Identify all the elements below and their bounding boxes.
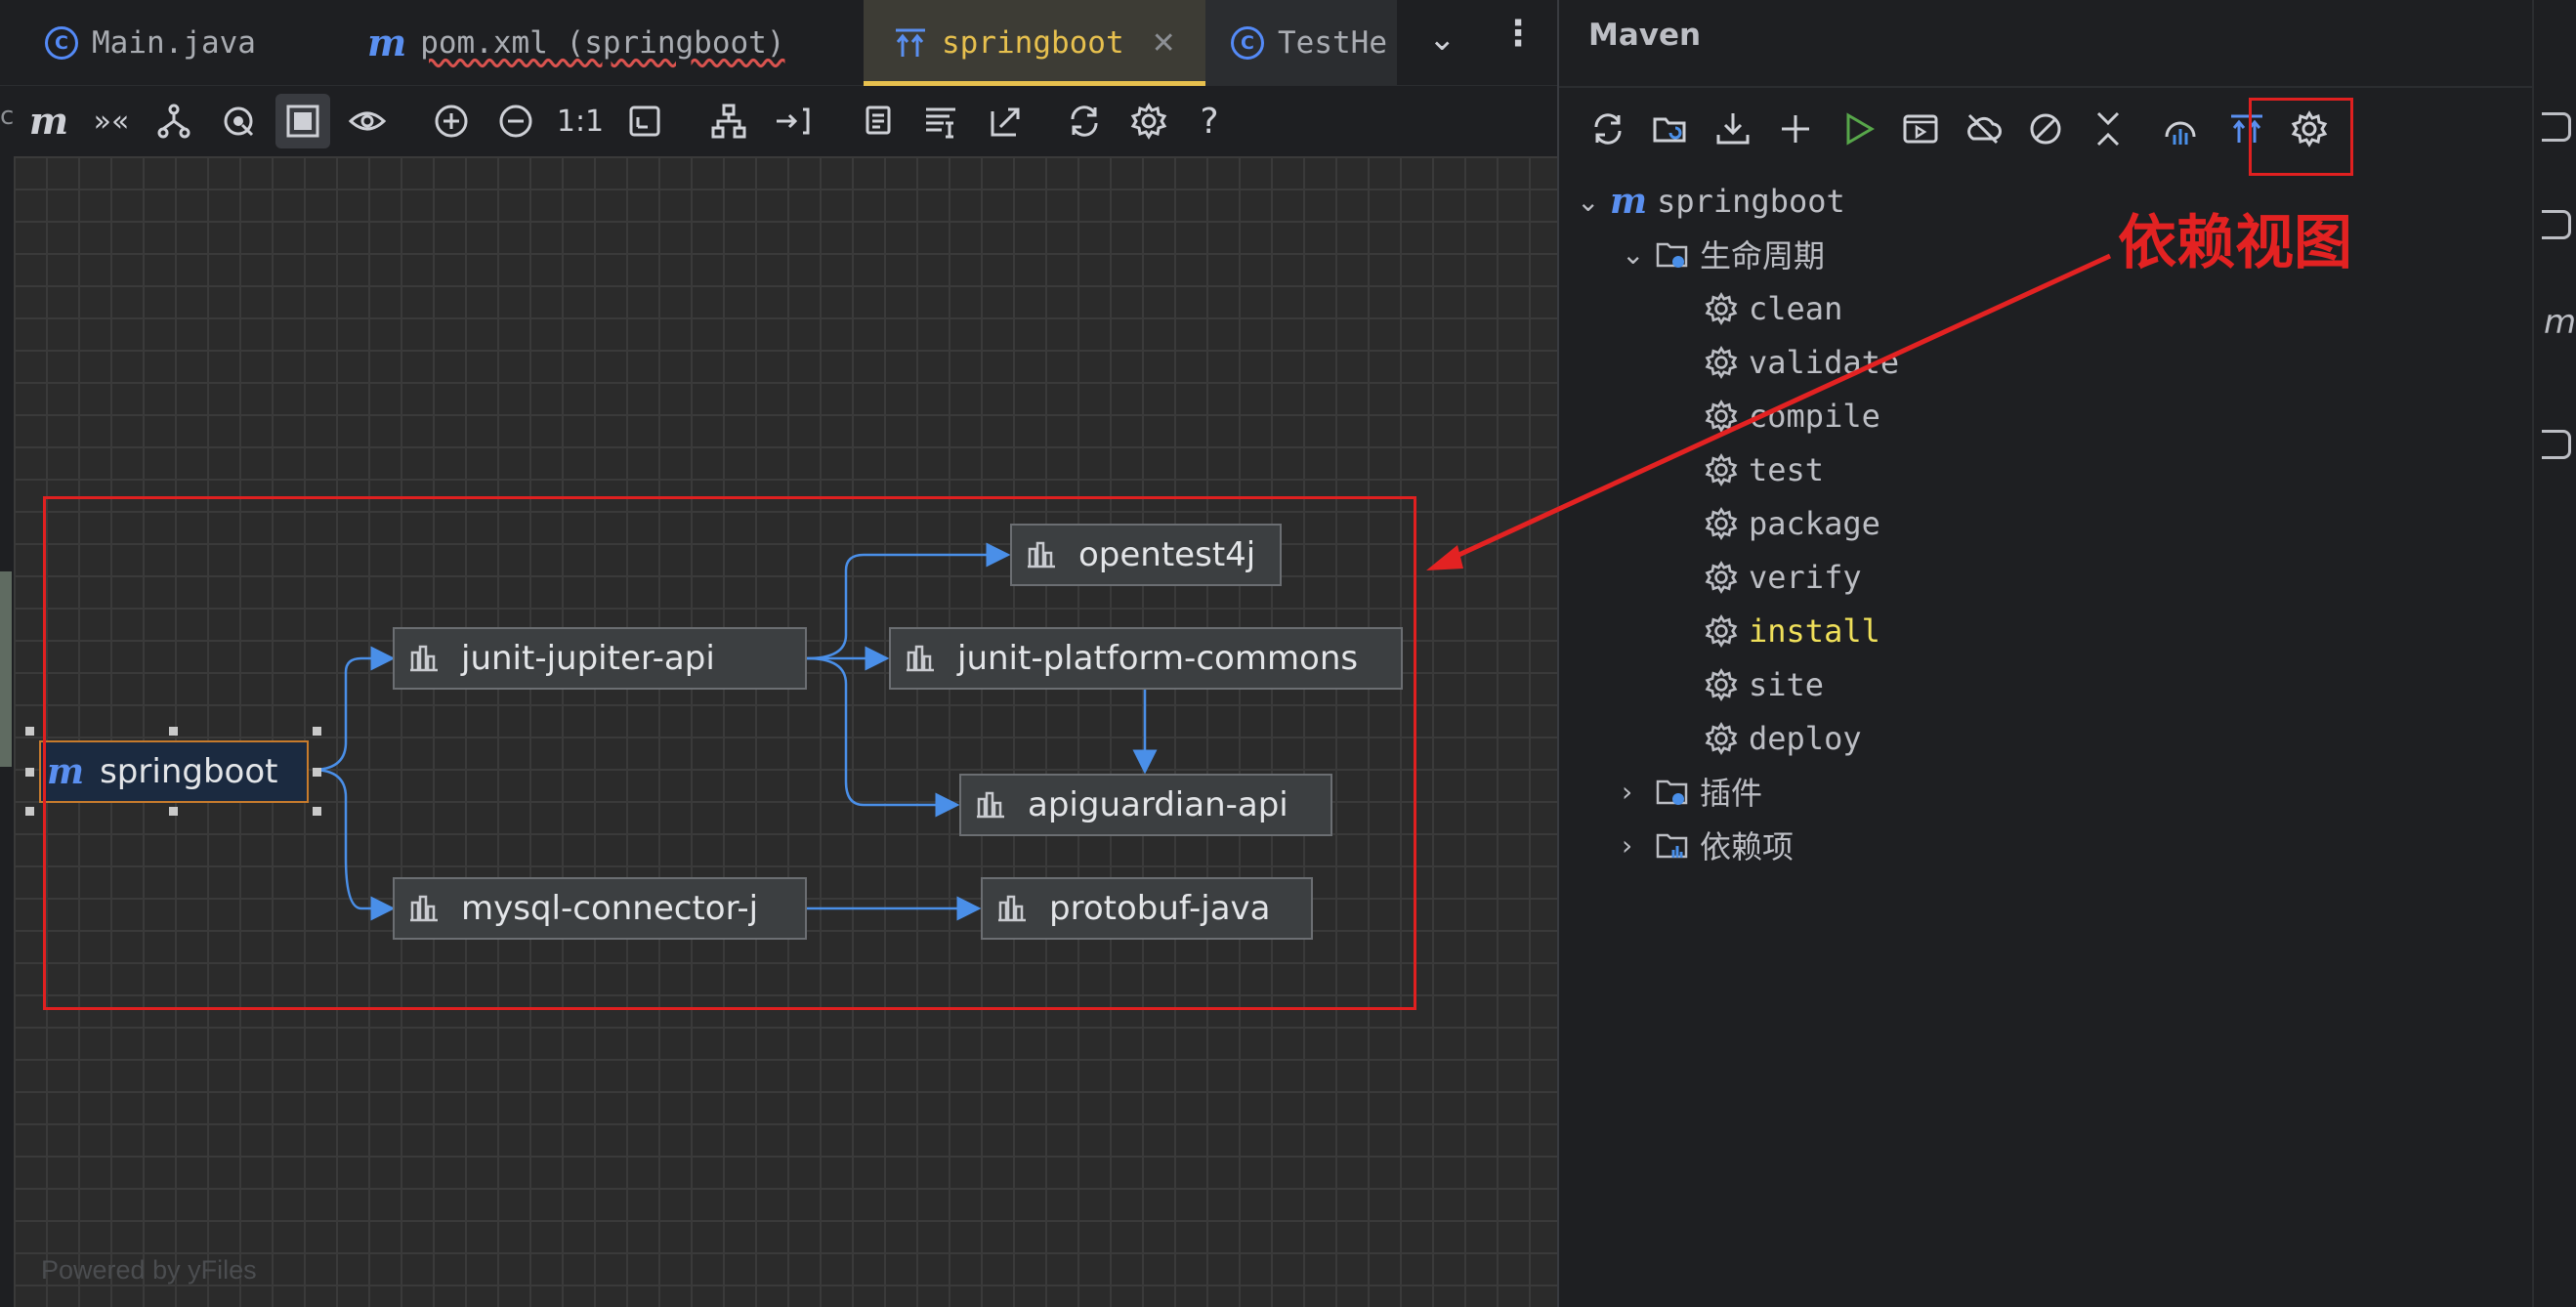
annotation-label: 依赖视图 xyxy=(2118,209,2352,277)
